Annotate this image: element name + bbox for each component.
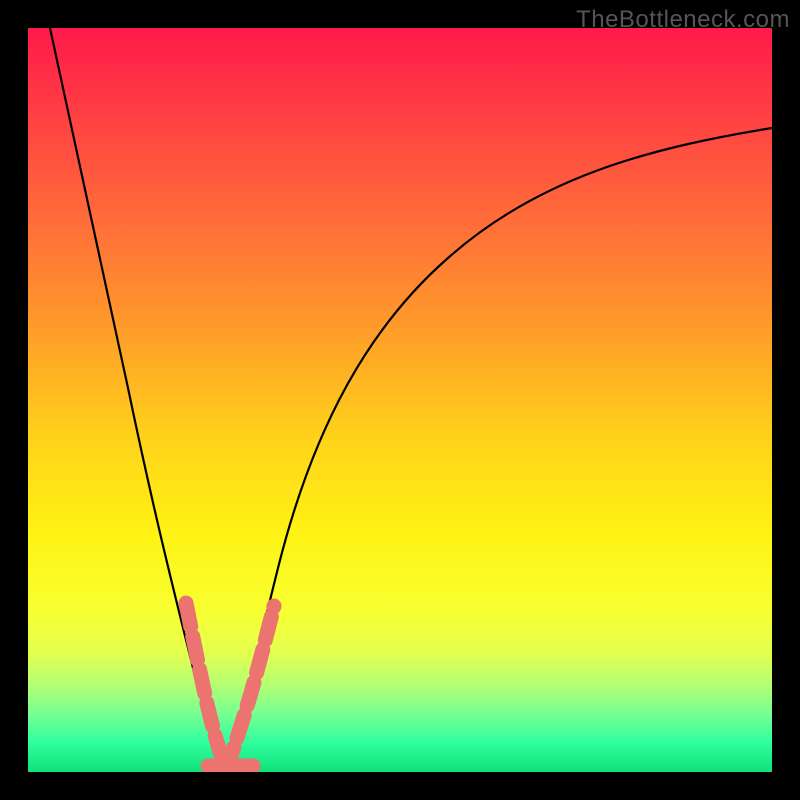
chart-svg (28, 28, 772, 772)
trough-highlight-left (186, 603, 226, 770)
watermark-text: TheBottleneck.com (576, 6, 790, 34)
chart-plot-area (28, 28, 772, 772)
right-curve (226, 128, 772, 772)
trough-highlight-right (226, 606, 274, 770)
